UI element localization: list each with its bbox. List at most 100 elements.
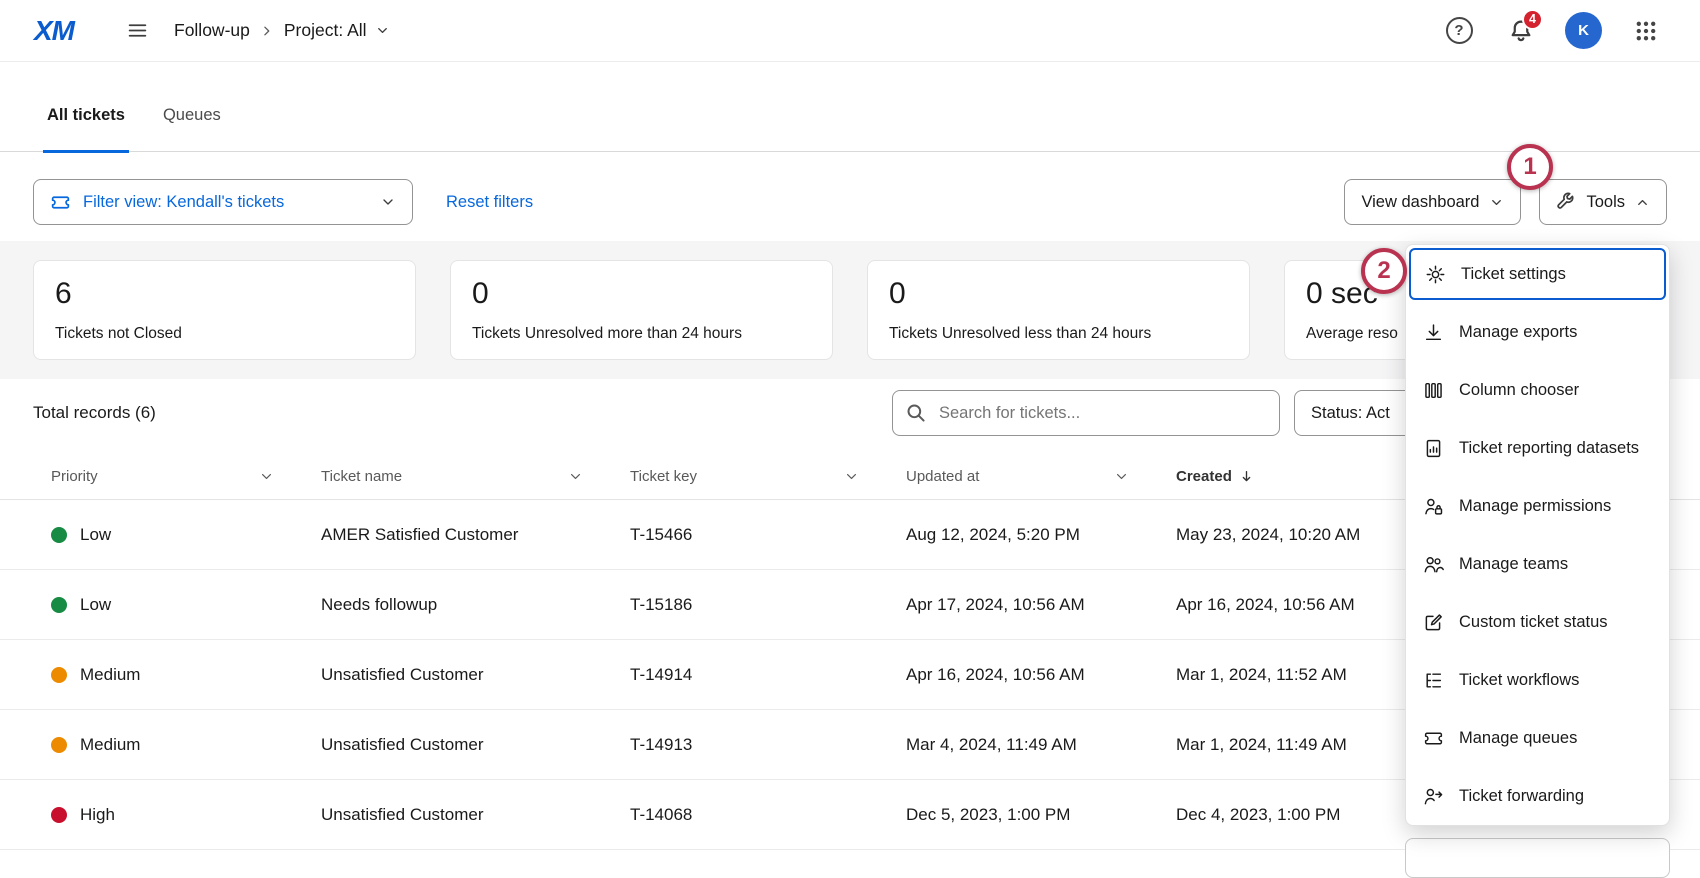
chevron-down-icon [569, 470, 582, 483]
tab-bar: All tickets Queues [0, 106, 1700, 152]
breadcrumb-project-label: Project: All [284, 20, 367, 41]
tools-dropdown-menu: Ticket settings Manage exports Column ch… [1405, 244, 1670, 826]
menu-item-ticket-workflows[interactable]: Ticket workflows [1406, 651, 1669, 709]
chevron-down-icon [845, 470, 858, 483]
wrench-icon [1556, 192, 1576, 212]
menu-item-manage-queues[interactable]: Manage queues [1406, 709, 1669, 767]
workflow-icon [1423, 670, 1444, 691]
edit-icon [1423, 612, 1444, 633]
menu-item-manage-teams[interactable]: Manage teams [1406, 535, 1669, 593]
priority-dot [51, 667, 67, 683]
priority-dot [51, 807, 67, 823]
search-field-wrap [892, 390, 1280, 436]
ticket-name: Unsatisfied Customer [321, 665, 630, 685]
stat-label: Tickets Unresolved more than 24 hours [472, 325, 811, 343]
ticket-key: T-14913 [630, 735, 906, 755]
total-records-label: Total records (6) [33, 403, 156, 423]
breadcrumb-project-selector[interactable]: Project: All [284, 20, 390, 41]
chevron-up-icon [1635, 195, 1650, 210]
person-lock-icon [1423, 496, 1444, 517]
hamburger-menu-button[interactable] [120, 14, 154, 48]
updated-at: Dec 5, 2023, 1:00 PM [906, 805, 1176, 825]
stat-value: 0 [889, 277, 1228, 311]
people-icon [1423, 554, 1444, 575]
hamburger-icon [127, 20, 148, 41]
stat-card-unresolved-less-24h: 0 Tickets Unresolved less than 24 hours [867, 260, 1250, 360]
top-bar: XM Follow-up Project: All ? 4 K [0, 0, 1700, 62]
stat-card-not-closed: 6 Tickets not Closed [33, 260, 416, 360]
column-header-ticket-name[interactable]: Ticket name [321, 454, 630, 499]
menu-item-ticket-forwarding[interactable]: Ticket forwarding [1406, 767, 1669, 825]
columns-icon [1423, 380, 1444, 401]
column-header-priority[interactable]: Priority [51, 454, 321, 499]
step-annotation-1: 1 [1507, 144, 1553, 190]
menu-item-ticket-reporting-datasets[interactable]: Ticket reporting datasets [1406, 419, 1669, 477]
updated-at: Aug 12, 2024, 5:20 PM [906, 525, 1176, 545]
column-header-ticket-key[interactable]: Ticket key [630, 454, 906, 499]
updated-at: Apr 16, 2024, 10:56 AM [906, 665, 1176, 685]
step-annotation-2: 2 [1361, 248, 1407, 294]
ticket-name: Unsatisfied Customer [321, 805, 630, 825]
breadcrumb-section[interactable]: Follow-up [174, 20, 250, 41]
priority-label: Medium [80, 735, 140, 755]
ticket-name: AMER Satisfied Customer [321, 525, 630, 545]
person-arrow-icon [1423, 786, 1444, 807]
partial-panel [1405, 838, 1670, 878]
top-bar-actions: ? 4 K [1441, 12, 1664, 49]
status-filter-label: Status: Act [1311, 404, 1390, 423]
chevron-down-icon [380, 194, 396, 210]
user-avatar[interactable]: K [1565, 12, 1602, 49]
menu-item-custom-ticket-status[interactable]: Custom ticket status [1406, 593, 1669, 651]
search-icon [905, 402, 927, 424]
menu-item-ticket-settings[interactable]: Ticket settings [1409, 248, 1666, 300]
chevron-down-icon [1115, 470, 1128, 483]
priority-label: Low [80, 595, 111, 615]
ticket-key: T-15186 [630, 595, 906, 615]
chevron-down-icon [260, 470, 273, 483]
ticket-icon [1423, 728, 1444, 749]
stat-card-unresolved-more-24h: 0 Tickets Unresolved more than 24 hours [450, 260, 833, 360]
updated-at: Mar 4, 2024, 11:49 AM [906, 735, 1176, 755]
sort-desc-icon [1239, 469, 1254, 484]
stat-value: 0 [472, 277, 811, 311]
menu-item-manage-exports[interactable]: Manage exports [1406, 303, 1669, 361]
xm-logo: XM [34, 15, 74, 47]
view-dashboard-button[interactable]: View dashboard [1344, 179, 1521, 225]
stat-label: Tickets Unresolved less than 24 hours [889, 325, 1228, 343]
tab-queues[interactable]: Queues [163, 106, 221, 151]
ticket-name: Unsatisfied Customer [321, 735, 630, 755]
updated-at: Apr 17, 2024, 10:56 AM [906, 595, 1176, 615]
search-input[interactable] [892, 390, 1280, 436]
help-button[interactable]: ? [1441, 13, 1477, 49]
ticket-key: T-14068 [630, 805, 906, 825]
notification-badge: 4 [1522, 9, 1543, 30]
notifications-button[interactable]: 4 [1503, 13, 1539, 49]
stat-value: 6 [55, 277, 394, 311]
column-header-updated-at[interactable]: Updated at [906, 454, 1176, 499]
reset-filters-link[interactable]: Reset filters [446, 193, 533, 212]
download-icon [1423, 322, 1444, 343]
priority-label: Low [80, 525, 111, 545]
breadcrumb: Follow-up Project: All [174, 20, 390, 41]
apps-grid-button[interactable] [1628, 13, 1664, 49]
tools-button[interactable]: Tools [1539, 179, 1667, 225]
chevron-down-icon [375, 23, 390, 38]
menu-item-column-chooser[interactable]: Column chooser [1406, 361, 1669, 419]
chevron-down-icon [1489, 195, 1504, 210]
tools-label: Tools [1586, 193, 1625, 212]
filter-toolbar: Filter view: Kendall's tickets Reset fil… [33, 179, 1667, 225]
view-dashboard-label: View dashboard [1361, 193, 1479, 212]
ticket-key: T-14914 [630, 665, 906, 685]
tab-all-tickets[interactable]: All tickets [47, 106, 125, 151]
menu-item-manage-permissions[interactable]: Manage permissions [1406, 477, 1669, 535]
ticket-key: T-15466 [630, 525, 906, 545]
filter-view-dropdown[interactable]: Filter view: Kendall's tickets [33, 179, 413, 225]
stat-label: Tickets not Closed [55, 325, 394, 343]
filter-view-label: Filter view: Kendall's tickets [83, 193, 284, 212]
help-icon: ? [1446, 17, 1473, 44]
priority-label: Medium [80, 665, 140, 685]
gear-icon [1425, 264, 1446, 285]
priority-dot [51, 527, 67, 543]
report-icon [1423, 438, 1444, 459]
apps-grid-icon [1634, 19, 1658, 43]
